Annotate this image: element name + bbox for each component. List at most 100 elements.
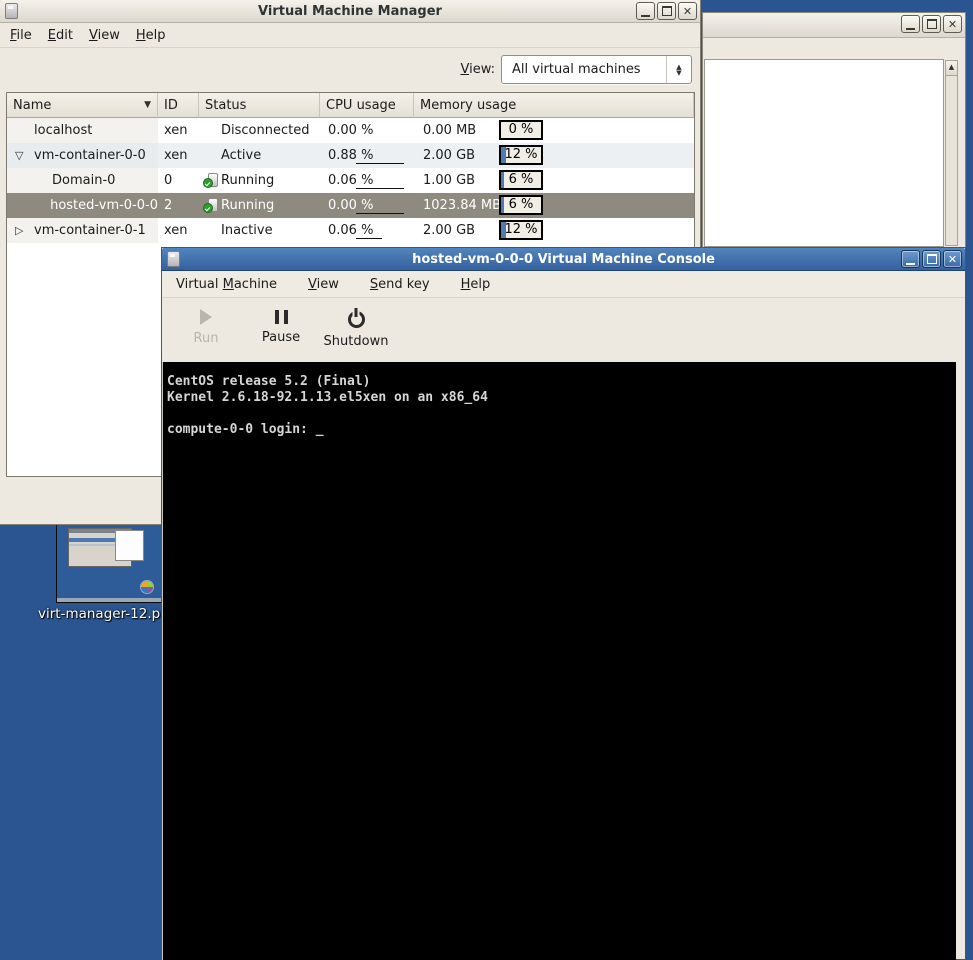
menu-help[interactable]: Help bbox=[134, 28, 168, 43]
vm-cpu: 0.00 % bbox=[328, 123, 374, 138]
vm-name: localhost bbox=[34, 123, 93, 138]
desktop-icon-virt-manager[interactable]: virt-manager-12.png bbox=[38, 520, 177, 622]
console-line: compute-0-0 login: _ bbox=[167, 422, 324, 437]
vm-list-header: Name ▼ ID Status CPU usage Memory usage bbox=[7, 93, 694, 118]
vm-id: xen bbox=[164, 148, 188, 163]
column-header-cpu[interactable]: CPU usage bbox=[320, 93, 414, 118]
scroll-up-button[interactable]: ▲ bbox=[946, 61, 957, 76]
console-window: hosted-vm-0-0-0 Virtual Machine Console … bbox=[161, 247, 966, 960]
vm-name: vm-container-0-0 bbox=[34, 148, 146, 163]
menu-help[interactable]: Help bbox=[459, 277, 493, 292]
console-line: Kernel 2.6.18-92.1.13.el5xen on an x86_6… bbox=[167, 390, 488, 405]
vmm-titlebar[interactable]: Virtual Machine Manager ✕ bbox=[0, 0, 700, 23]
pause-button[interactable]: Pause bbox=[251, 298, 311, 344]
view-filter-combobox[interactable]: All virtual machines ▲ ▼ bbox=[501, 55, 692, 84]
maximize-button[interactable] bbox=[922, 15, 941, 33]
column-header-status[interactable]: Status bbox=[199, 93, 320, 118]
vertical-scrollbar[interactable]: ▲ bbox=[945, 60, 958, 246]
view-filter-label: View: bbox=[460, 62, 495, 77]
vm-memory: 2.00 GB bbox=[423, 148, 476, 163]
close-button[interactable]: ✕ bbox=[678, 2, 697, 20]
cpu-sparkline bbox=[356, 213, 404, 214]
view-filter-value: All virtual machines bbox=[512, 62, 641, 77]
run-icon bbox=[200, 309, 212, 325]
menu-send-key[interactable]: Send key bbox=[368, 277, 432, 292]
memory-usage-bar: 12 % bbox=[499, 220, 543, 240]
cpu-sparkline bbox=[356, 188, 404, 189]
vm-status: Running bbox=[221, 173, 275, 188]
centos-logo-icon bbox=[141, 581, 153, 593]
console-titlebar[interactable]: hosted-vm-0-0-0 Virtual Machine Console … bbox=[162, 248, 965, 271]
vm-memory: 1023.84 MB bbox=[423, 198, 502, 213]
minimize-button[interactable] bbox=[901, 15, 920, 33]
column-header-name[interactable]: Name ▼ bbox=[7, 93, 158, 118]
vm-status: Running bbox=[221, 198, 275, 213]
power-icon bbox=[347, 311, 365, 328]
combobox-spinner-icon[interactable]: ▲ ▼ bbox=[666, 56, 691, 83]
maximize-button[interactable] bbox=[657, 2, 676, 20]
vm-name: Domain-0 bbox=[52, 173, 116, 188]
window-icon bbox=[167, 251, 180, 267]
expander-closed-icon[interactable]: ▷ bbox=[15, 224, 34, 237]
menu-file[interactable]: File bbox=[8, 28, 34, 43]
vm-row-vm-container-0-0[interactable]: ▽ vm-container-0-0 xen Active 0.88 % 2.0… bbox=[7, 143, 694, 168]
minimize-button[interactable] bbox=[901, 250, 920, 268]
vm-name: hosted-vm-0-0-0 bbox=[50, 198, 158, 213]
close-button[interactable]: ✕ bbox=[943, 15, 962, 33]
vm-status: Inactive bbox=[221, 223, 273, 238]
vm-id: 2 bbox=[164, 198, 173, 213]
cpu-sparkline bbox=[356, 238, 382, 239]
vm-row-domain-0[interactable]: Domain-0 0 Running 0.06 % 1.00 GB 6 % bbox=[7, 168, 694, 193]
console-line: CentOS release 5.2 (Final) bbox=[167, 374, 371, 389]
close-button[interactable]: ✕ bbox=[943, 250, 962, 268]
console-window-title: hosted-vm-0-0-0 Virtual Machine Console bbox=[412, 251, 715, 267]
memory-usage-bar: 12 % bbox=[499, 145, 543, 165]
menu-view[interactable]: View bbox=[306, 277, 341, 292]
memory-usage-bar: 0 % bbox=[499, 120, 543, 140]
memory-usage-bar: 6 % bbox=[499, 170, 543, 190]
vm-running-icon bbox=[203, 198, 218, 213]
pause-icon bbox=[274, 310, 288, 324]
maximize-button[interactable] bbox=[922, 250, 941, 268]
vm-row-localhost[interactable]: localhost xen Disconnected 0.00 % 0.00 M… bbox=[7, 118, 694, 143]
vm-memory: 2.00 GB bbox=[423, 223, 476, 238]
vm-cpu: 0.06 % bbox=[328, 173, 374, 188]
column-header-id[interactable]: ID bbox=[158, 93, 199, 118]
cpu-sparkline bbox=[356, 163, 404, 164]
vm-memory: 0.00 MB bbox=[423, 123, 477, 138]
background-window-titlebar[interactable]: ✕ bbox=[703, 13, 965, 38]
vm-row-hosted-vm-0-0-0[interactable]: hosted-vm-0-0-0 2 Running 0.00 % 1023.84… bbox=[7, 193, 694, 218]
desktop: virt-manager-12.png ✕ ▲ Virtual Machine … bbox=[0, 0, 973, 960]
vm-id: xen bbox=[164, 123, 188, 138]
sort-descending-icon: ▼ bbox=[144, 100, 151, 110]
vm-memory: 1.00 GB bbox=[423, 173, 476, 188]
vm-id: xen bbox=[164, 223, 188, 238]
shutdown-button[interactable]: Shutdown bbox=[324, 298, 388, 348]
menu-virtual-machine[interactable]: Virtual Machine bbox=[174, 277, 279, 292]
vmm-menubar: File Edit View Help bbox=[0, 23, 700, 48]
window-icon bbox=[5, 3, 18, 19]
vm-row-vm-container-0-1[interactable]: ▷ vm-container-0-1 xen Inactive 0.06 % 2… bbox=[7, 218, 694, 243]
vm-console-screen[interactable]: CentOS release 5.2 (Final) Kernel 2.6.18… bbox=[162, 362, 956, 960]
minimize-button[interactable] bbox=[636, 2, 655, 20]
expander-open-icon[interactable]: ▽ bbox=[15, 149, 34, 162]
vm-status: Active bbox=[221, 148, 262, 163]
vm-status: Disconnected bbox=[221, 123, 310, 138]
vm-id: 0 bbox=[164, 173, 173, 188]
vm-running-icon bbox=[203, 173, 218, 188]
menu-edit[interactable]: Edit bbox=[46, 28, 75, 43]
vmm-window-title: Virtual Machine Manager bbox=[258, 3, 442, 19]
run-button[interactable]: Run bbox=[176, 298, 236, 345]
console-menubar: Virtual Machine View Send key Help bbox=[162, 271, 965, 298]
vm-cpu: 0.88 % bbox=[328, 148, 374, 163]
screenshot-thumbnail bbox=[56, 520, 163, 603]
vm-cpu: 0.06 % bbox=[328, 223, 374, 238]
background-window: ✕ ▲ bbox=[702, 12, 966, 248]
background-window-content bbox=[704, 59, 944, 247]
console-toolbar: Run Pause Shutdown bbox=[162, 298, 965, 364]
column-header-memory[interactable]: Memory usage bbox=[414, 93, 694, 118]
menu-view[interactable]: View bbox=[87, 28, 122, 43]
memory-usage-bar: 6 % bbox=[499, 195, 543, 215]
vm-cpu: 0.00 % bbox=[328, 198, 374, 213]
